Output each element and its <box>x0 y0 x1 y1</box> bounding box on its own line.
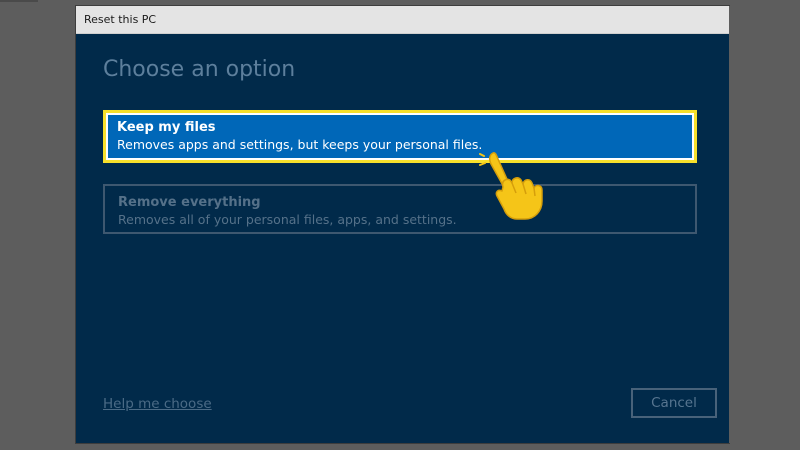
pointing-hand-icon <box>479 152 543 220</box>
option-title: Remove everything <box>118 195 261 210</box>
option-title: Keep my files <box>117 120 216 135</box>
window-titlebar[interactable]: Reset this PC <box>76 6 729 34</box>
help-me-choose-link[interactable]: Help me choose <box>103 396 212 412</box>
keep-my-files-option[interactable]: Keep my files Removes apps and settings,… <box>103 110 697 163</box>
window-title: Reset this PC <box>84 13 157 26</box>
desktop-edge <box>0 0 38 2</box>
dialog-content: Choose an option Keep my files Removes a… <box>76 35 729 443</box>
cancel-button[interactable]: Cancel <box>631 388 717 418</box>
desktop-edge-right <box>729 6 800 443</box>
option-description: Removes all of your personal files, apps… <box>118 212 457 227</box>
remove-everything-option[interactable]: Remove everything Removes all of your pe… <box>103 184 697 234</box>
option-description: Removes apps and settings, but keeps you… <box>117 137 483 152</box>
desktop-background: Reset this PC Choose an option Keep my f… <box>0 0 800 450</box>
reset-pc-dialog: Reset this PC Choose an option Keep my f… <box>76 6 729 443</box>
page-title: Choose an option <box>103 57 296 82</box>
